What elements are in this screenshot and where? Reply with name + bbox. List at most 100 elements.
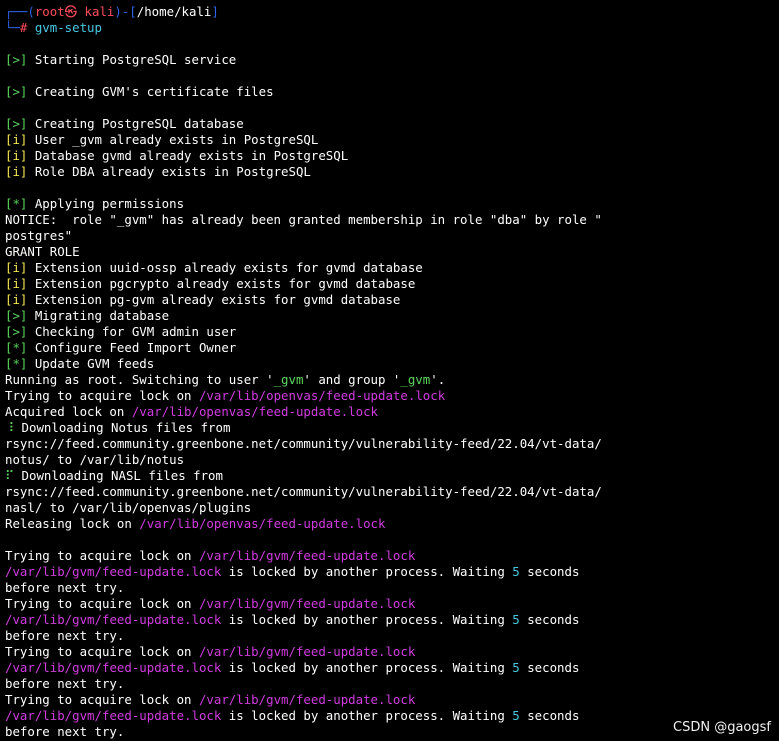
terminal-line: /var/lib/gvm/feed-update.lock is locked …: [5, 708, 775, 724]
terminal-line: [*] Applying permissions: [5, 196, 775, 212]
terminal-text: /var/lib/gvm/: [5, 708, 102, 723]
terminal-line: [>] Checking for GVM admin user: [5, 324, 775, 340]
terminal-text: Creating PostgreSQL database: [27, 116, 244, 131]
terminal-text: is locked by another process. Waiting: [221, 564, 513, 579]
terminal-text: Extension pgcrypto already exists for gv…: [27, 276, 416, 291]
terminal-line: [>] Starting PostgreSQL service: [5, 52, 775, 68]
terminal-text: _gvm: [273, 372, 304, 387]
terminal-line: before next try.: [5, 628, 775, 644]
terminal-text: feed-update.lock: [258, 404, 379, 419]
terminal-line: Trying to acquire lock on /var/lib/gvm/f…: [5, 644, 775, 660]
terminal-line: ⠸ Downloading Notus files from: [5, 420, 775, 436]
terminal-text: 5: [512, 660, 520, 675]
terminal-text: [i]: [5, 148, 28, 163]
terminal-line: rsync://feed.community.greenbone.net/com…: [5, 436, 775, 452]
terminal-text: Extension pg-gvm already exists for gvmd…: [27, 292, 401, 307]
terminal-text: Checking for GVM admin user: [27, 324, 237, 339]
terminal-line: /var/lib/gvm/feed-update.lock is locked …: [5, 564, 775, 580]
terminal-line: rsync://feed.community.greenbone.net/com…: [5, 484, 775, 500]
terminal-line: [>] Creating GVM's certificate files: [5, 84, 775, 100]
terminal-text: /var/lib/gvm/: [5, 564, 102, 579]
terminal-line: Trying to acquire lock on /var/lib/openv…: [5, 388, 775, 404]
terminal-text: [i]: [5, 276, 28, 291]
terminal-line: [>] Migrating database: [5, 308, 775, 324]
terminal-text: Extension uuid-ossp already exists for g…: [27, 260, 423, 275]
terminal-text: └─: [5, 20, 20, 35]
terminal-text: Acquired lock on: [5, 404, 132, 419]
terminal-line: Trying to acquire lock on /var/lib/gvm/f…: [5, 692, 775, 708]
terminal-text: [*]: [5, 196, 28, 211]
terminal-text: ]: [211, 4, 219, 19]
terminal-text: [>]: [5, 116, 28, 131]
terminal-line: Trying to acquire lock on /var/lib/gvm/f…: [5, 548, 775, 564]
terminal-text: seconds: [519, 564, 580, 579]
terminal-text: /var/lib/openvas/: [131, 404, 259, 419]
terminal-text: before next try.: [5, 724, 125, 739]
terminal-text: [*]: [5, 356, 28, 371]
terminal-text: Configure Feed Import Owner: [27, 340, 237, 355]
terminal-line: Releasing lock on /var/lib/openvas/feed-…: [5, 516, 775, 532]
terminal-text: Database gvmd already exists in PostgreS…: [27, 148, 349, 163]
terminal-text: 5: [512, 612, 520, 627]
terminal-text: _gvm: [400, 372, 431, 387]
terminal-line: [i] Extension pg-gvm already exists for …: [5, 292, 775, 308]
terminal-text: /var/lib/gvm/: [5, 612, 102, 627]
terminal-line: Trying to acquire lock on /var/lib/gvm/f…: [5, 596, 775, 612]
terminal-text: Running as root. Switching to user ': [5, 372, 274, 387]
terminal-text: ┌──(: [5, 4, 35, 19]
terminal-text: Trying to acquire lock on: [5, 548, 199, 563]
terminal-text: )-[: [114, 4, 137, 19]
terminal-text: GRANT ROLE: [5, 244, 80, 259]
terminal-text: is locked by another process. Waiting: [221, 660, 513, 675]
terminal-text: Trying to acquire lock on: [5, 388, 199, 403]
terminal-line: nasl/ to /var/lib/openvas/plugins: [5, 500, 775, 516]
terminal-text: feed-update.lock: [295, 692, 416, 707]
terminal-line: ⠏ Downloading NASL files from: [5, 468, 775, 484]
terminal-text: [i]: [5, 260, 28, 275]
terminal-text: [>]: [5, 308, 28, 323]
terminal-line: [*] Update GVM feeds: [5, 356, 775, 372]
terminal-line: [i] Extension uuid-ossp already exists f…: [5, 260, 775, 276]
terminal-line: [*] Configure Feed Import Owner: [5, 340, 775, 356]
terminal-text: feed-update.lock: [101, 612, 222, 627]
terminal-line: /var/lib/gvm/feed-update.lock is locked …: [5, 612, 775, 628]
terminal-line: Running as root. Switching to user '_gvm…: [5, 372, 775, 388]
terminal-line: [i] Role DBA already exists in PostgreSQ…: [5, 164, 775, 180]
terminal-text: feed-update.lock: [295, 644, 416, 659]
terminal-text: rsync://feed.community.greenbone.net/com…: [5, 484, 602, 499]
terminal-text: [*]: [5, 340, 28, 355]
terminal-text: 5: [512, 564, 520, 579]
terminal-text: /home/kali: [136, 4, 212, 19]
terminal-line: └─# gvm-setup: [5, 20, 775, 36]
terminal-text: /var/lib/gvm/: [5, 660, 102, 675]
terminal-text: notus/ to /var/lib/notus: [5, 452, 185, 467]
watermark: CSDN @gaogsf: [673, 720, 771, 735]
terminal-text: NOTICE: role "_gvm" has already been gra…: [5, 212, 602, 227]
terminal-output[interactable]: ┌──(root㉿ kali)-[/home/kali] └─# gvm-setu…: [5, 4, 775, 740]
terminal-text: /var/lib/gvm/: [198, 596, 296, 611]
terminal-text: before next try.: [5, 580, 125, 595]
terminal-text: root㉿ kali: [34, 4, 115, 19]
terminal-line: before next try.: [5, 724, 775, 740]
terminal-text: Downloading Notus files from: [14, 420, 231, 435]
terminal-text: /var/lib/gvm/: [198, 692, 296, 707]
terminal-text: [i]: [5, 132, 28, 147]
terminal-text: [i]: [5, 292, 28, 307]
terminal-text: nasl/ to /var/lib/openvas/plugins: [5, 500, 252, 515]
terminal-text: seconds: [519, 612, 580, 627]
terminal-text: Trying to acquire lock on: [5, 644, 199, 659]
terminal-text: /var/lib/gvm/: [198, 644, 296, 659]
terminal-text: /var/lib/openvas/: [139, 516, 267, 531]
terminal-text: postgres": [5, 228, 73, 243]
terminal-text: Applying permissions: [27, 196, 185, 211]
terminal-text: '.: [430, 372, 446, 387]
terminal-text: gvm-setup: [34, 20, 102, 35]
terminal-text: [i]: [5, 164, 28, 179]
terminal-text: feed-update.lock: [266, 516, 386, 531]
terminal-text: feed-update.lock: [325, 388, 446, 403]
terminal-text: is locked by another process. Waiting: [221, 708, 513, 723]
